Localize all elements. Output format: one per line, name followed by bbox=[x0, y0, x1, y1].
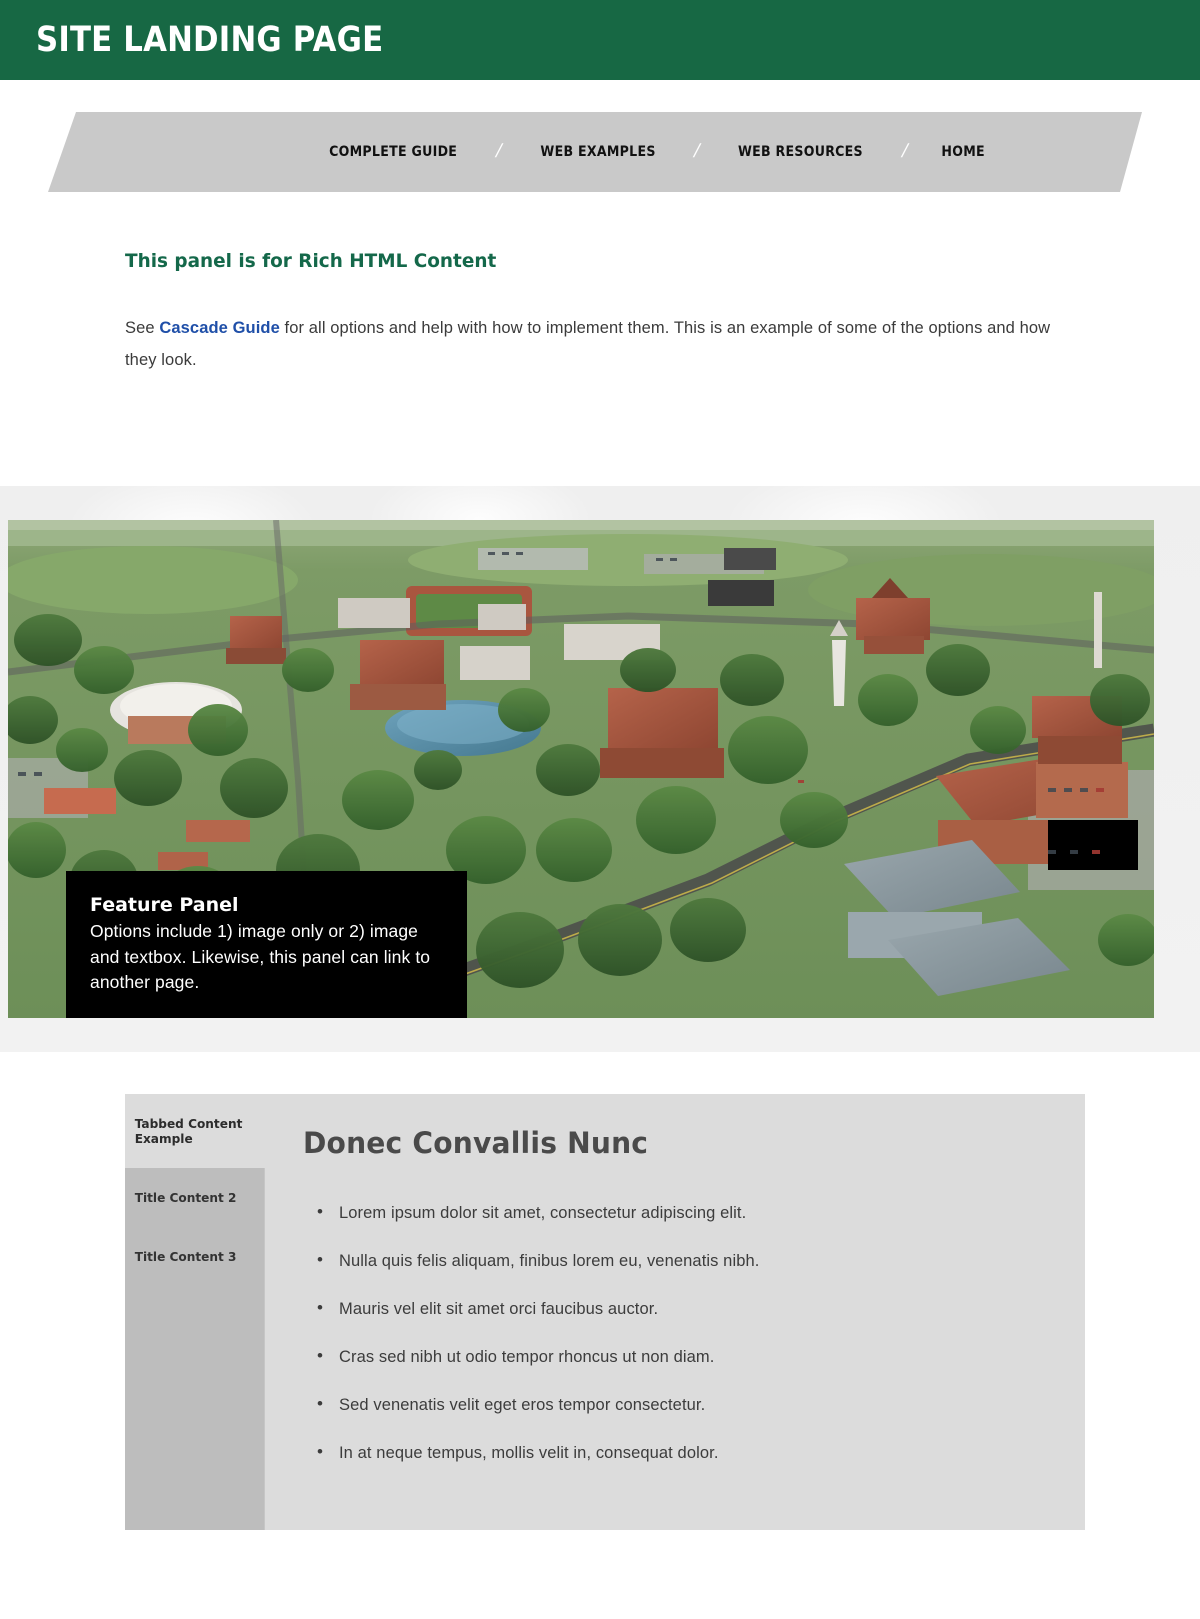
page-title: SITE LANDING PAGE bbox=[36, 19, 384, 60]
tab-panel-title: Donec Convallis Nunc bbox=[303, 1126, 649, 1160]
tab-panel-bullet-list: Lorem ipsum dolor sit amet, consectetur … bbox=[303, 1201, 1045, 1464]
tab-title-content-3[interactable]: Title Content 3 bbox=[125, 1227, 265, 1530]
list-item: Cras sed nibh ut odio tempor rhoncus ut … bbox=[303, 1345, 1045, 1368]
nav-separator: / bbox=[691, 141, 702, 162]
nav-separator: / bbox=[493, 141, 505, 162]
tab-title-content-2[interactable]: Title Content 2 bbox=[125, 1168, 265, 1227]
nav-separator: / bbox=[899, 141, 910, 162]
nav-item-home[interactable]: HOME bbox=[942, 144, 985, 160]
feature-caption-title: Feature Panel bbox=[90, 894, 239, 916]
nav-item-web-examples[interactable]: WEB EXAMPLES bbox=[540, 144, 655, 160]
rich-content-paragraph: See Cascade Guide for all options and he… bbox=[125, 312, 1075, 376]
cascade-guide-link[interactable]: Cascade Guide bbox=[159, 319, 280, 337]
list-item: Nulla quis felis aliquam, finibus lorem … bbox=[303, 1249, 1045, 1272]
paragraph-text-before-link: See bbox=[125, 319, 160, 337]
nav-items: COMPLETE GUIDE / WEB EXAMPLES / WEB RESO… bbox=[0, 112, 1142, 192]
primary-navigation: COMPLETE GUIDE / WEB EXAMPLES / WEB RESO… bbox=[0, 80, 1200, 192]
feature-caption-text: Options include 1) image only or 2) imag… bbox=[90, 921, 431, 992]
tabbed-content-section: Tabbed Content Example Title Content 2 T… bbox=[0, 1094, 1200, 1530]
tab-tabbed-content-example[interactable]: Tabbed Content Example bbox=[125, 1094, 265, 1168]
nav-item-complete-guide[interactable]: COMPLETE GUIDE bbox=[329, 144, 457, 160]
feature-caption-box[interactable]: Feature Panel Options include 1) image o… bbox=[66, 871, 467, 1018]
list-item: Lorem ipsum dolor sit amet, consectetur … bbox=[303, 1201, 1045, 1224]
list-item: Sed venenatis velit eget eros tempor con… bbox=[303, 1393, 1045, 1416]
nav-item-web-resources[interactable]: WEB RESOURCES bbox=[738, 144, 863, 160]
site-header: SITE LANDING PAGE bbox=[0, 0, 1200, 80]
tab-panel-content: Donec Convallis Nunc Lorem ipsum dolor s… bbox=[269, 1094, 1085, 1530]
tab-rail: Tabbed Content Example Title Content 2 T… bbox=[125, 1094, 269, 1530]
list-item: In at neque tempus, mollis velit in, con… bbox=[303, 1441, 1045, 1464]
tabbed-content-box: Tabbed Content Example Title Content 2 T… bbox=[125, 1094, 1085, 1530]
list-item: Mauris vel elit sit amet orci faucibus a… bbox=[303, 1297, 1045, 1320]
rich-content-heading: This panel is for Rich HTML Content bbox=[125, 250, 497, 272]
rich-html-content-panel: This panel is for Rich HTML Content See … bbox=[0, 192, 1200, 376]
